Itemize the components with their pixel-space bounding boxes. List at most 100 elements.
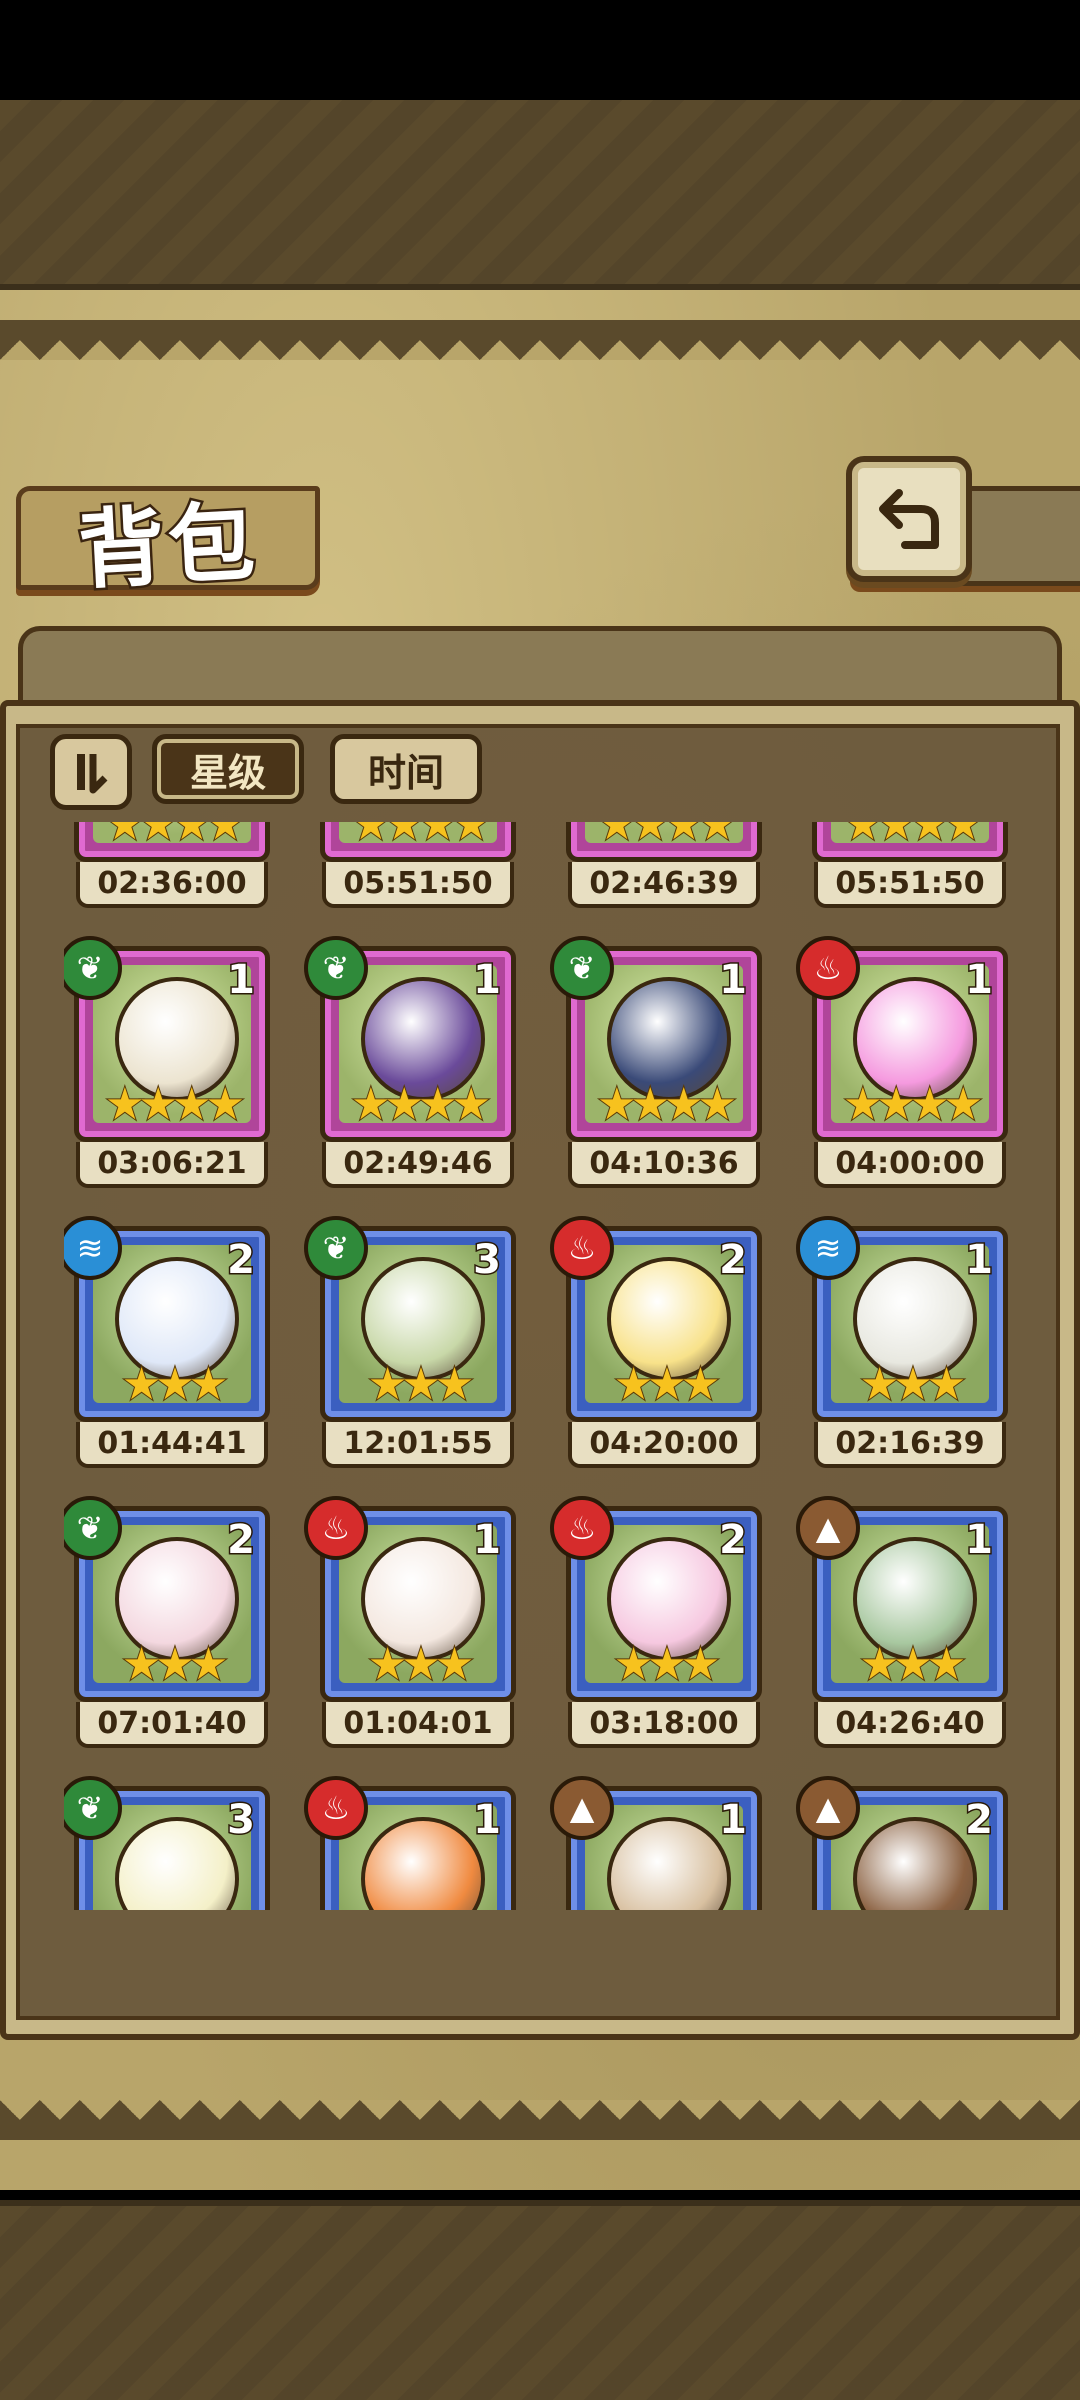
pet-stars: ★★★ xyxy=(613,1639,721,1690)
pet-timer: 05:51:50 xyxy=(322,862,514,908)
pet-stars: ★★★ xyxy=(121,1359,229,1410)
pet-slot[interactable]: ♨ 2 ★★★ 04:20:00 xyxy=(550,1216,762,1468)
pet-count: 2 xyxy=(718,1516,749,1565)
pet-count: 1 xyxy=(472,956,503,1005)
pet-stars: ★★★★ xyxy=(350,1079,492,1130)
pet-timer: 07:01:40 xyxy=(76,1702,268,1748)
pet-timer: 03:18:00 xyxy=(568,1702,760,1748)
pet-card[interactable]: ★★★★ xyxy=(812,822,1008,862)
pet-timer: 01:44:41 xyxy=(76,1422,268,1468)
pet-count: 1 xyxy=(964,1516,995,1565)
pet-timer: 04:26:40 xyxy=(814,1702,1006,1748)
pet-timer: 02:16:39 xyxy=(814,1422,1006,1468)
pet-count: 1 xyxy=(718,1796,749,1845)
pet-timer: 01:04:01 xyxy=(322,1702,514,1748)
leaf-icon: ❦ xyxy=(304,1216,368,1280)
pet-stars: ★★★★ xyxy=(842,1079,984,1130)
pet-count: 1 xyxy=(964,956,995,1005)
pet-count: 2 xyxy=(226,1516,257,1565)
pet-count: 2 xyxy=(964,1796,995,1845)
sort-by-time-tab[interactable]: 时间 xyxy=(330,734,482,804)
pet-timer: 04:00:00 xyxy=(814,1142,1006,1188)
pet-stars: ★★★★ xyxy=(596,822,738,850)
sort-order-toggle[interactable] xyxy=(50,734,132,810)
pet-slot[interactable]: ❦★★★★05:51:50 xyxy=(310,822,516,908)
pet-card[interactable]: ★★★★ xyxy=(74,822,270,862)
pet-card[interactable]: ★★★★ xyxy=(320,822,516,862)
pet-grid-viewport[interactable]: ❦ ★★★★ 02:36:00 ❦ ★★★★ 05:51:50 ❦ ★★★★ 02:46:39 ♨… xyxy=(64,822,1024,1910)
bottom-decor-band xyxy=(0,2200,1080,2400)
pet-grid: ❦ ★★★★ 02:36:00 ❦ ★★★★ 05:51:50 ❦ ★★★★ 02:46:39 ♨… xyxy=(64,822,1008,1910)
pet-slot[interactable]: ❦ 2 ★★★ 07:01:40 xyxy=(64,1496,270,1748)
pet-stars: ★★★★ xyxy=(104,822,246,850)
flame-icon: ♨ xyxy=(304,1776,368,1840)
pet-stars: ★★★ xyxy=(859,1359,967,1410)
pet-slot[interactable]: ▲ 1 xyxy=(550,1776,762,1910)
pet-stars: ★★★ xyxy=(859,1639,967,1690)
pet-stars: ★★★★ xyxy=(842,822,984,850)
pet-slot[interactable]: ❦ 3 ★★★ 12:01:55 xyxy=(304,1216,516,1468)
return-arrow-icon xyxy=(879,489,939,549)
title-plate: 背包 xyxy=(16,486,320,604)
leaf-icon: ❦ xyxy=(304,936,368,1000)
pet-slot[interactable]: ❦ 1 ★★★★ 04:10:36 xyxy=(550,936,762,1188)
pet-slot[interactable]: ≋ 2 ★★★ 01:44:41 xyxy=(64,1216,270,1468)
pet-timer: 03:06:21 xyxy=(76,1142,268,1188)
pet-slot[interactable]: ≋ 1 ★★★ 02:16:39 xyxy=(796,1216,1008,1468)
status-bar xyxy=(0,0,1080,100)
pet-slot[interactable]: ❦★★★★02:36:00 xyxy=(64,822,270,908)
flame-icon: ♨ xyxy=(550,1216,614,1280)
pet-count: 2 xyxy=(718,1236,749,1285)
pet-count: 1 xyxy=(472,1516,503,1565)
zigzag-border-top xyxy=(0,320,1080,360)
leaf-icon: ❦ xyxy=(550,936,614,1000)
pet-timer: 05:51:50 xyxy=(814,862,1006,908)
mountain-icon: ▲ xyxy=(796,1496,860,1560)
pet-stars: ★★★★ xyxy=(596,1079,738,1130)
back-button[interactable] xyxy=(846,456,972,582)
pet-card[interactable]: ★★★★ xyxy=(566,822,762,862)
pet-stars: ★★★ xyxy=(613,1359,721,1410)
pet-slot[interactable]: ❦ 1 ★★★★ 03:06:21 xyxy=(64,936,270,1188)
pet-timer: 02:49:46 xyxy=(322,1142,514,1188)
pet-stars: ★★★★ xyxy=(350,822,492,850)
pet-timer: 02:36:00 xyxy=(76,862,268,908)
pet-slot[interactable]: ▲ 2 xyxy=(796,1776,1008,1910)
pet-stars: ★★★ xyxy=(367,1639,475,1690)
pet-count: 2 xyxy=(226,1236,257,1285)
pet-timer: 12:01:55 xyxy=(322,1422,514,1468)
pet-timer: 02:46:39 xyxy=(568,862,760,908)
pet-stars: ★★★★ xyxy=(104,1079,246,1130)
pet-timer: 04:10:36 xyxy=(568,1142,760,1188)
pet-count: 1 xyxy=(964,1236,995,1285)
water-icon: ≋ xyxy=(796,1216,860,1280)
flame-icon: ♨ xyxy=(796,936,860,1000)
pet-slot[interactable]: ❦★★★★02:46:39 xyxy=(556,822,762,908)
pet-slot[interactable]: ♨★★★★05:51:50 xyxy=(802,822,1008,908)
pet-slot[interactable]: ▲ 1 ★★★ 04:26:40 xyxy=(796,1496,1008,1748)
inventory-header-tab xyxy=(18,626,1062,706)
pet-count: 1 xyxy=(226,956,257,1005)
sort-order-icon xyxy=(77,754,108,794)
pet-slot[interactable]: ♨ 2 ★★★ 03:18:00 xyxy=(550,1496,762,1748)
pet-count: 3 xyxy=(472,1236,503,1285)
pet-stars: ★★★ xyxy=(121,1639,229,1690)
pet-slot[interactable]: ❦ 1 ★★★★ 02:49:46 xyxy=(304,936,516,1188)
pet-stars: ★★★ xyxy=(367,1359,475,1410)
top-decor-band xyxy=(0,100,1080,290)
zigzag-border-bottom xyxy=(0,2100,1080,2140)
pet-count: 1 xyxy=(472,1796,503,1845)
pet-count: 1 xyxy=(718,956,749,1005)
mountain-icon: ▲ xyxy=(550,1776,614,1840)
pet-slot[interactable]: ♨ 1 ★★★ 01:04:01 xyxy=(304,1496,516,1748)
flame-icon: ♨ xyxy=(304,1496,368,1560)
page-title: 背包 xyxy=(73,488,263,603)
mountain-icon: ▲ xyxy=(796,1776,860,1840)
sort-by-star-tab[interactable]: 星级 xyxy=(152,734,304,804)
pet-slot[interactable]: ♨ 1 ★★★★ 04:00:00 xyxy=(796,936,1008,1188)
flame-icon: ♨ xyxy=(550,1496,614,1560)
pet-slot[interactable]: ♨ 1 xyxy=(304,1776,516,1910)
pet-slot[interactable]: ❦ 3 xyxy=(64,1776,270,1910)
pet-timer: 04:20:00 xyxy=(568,1422,760,1468)
pet-count: 3 xyxy=(226,1796,257,1845)
